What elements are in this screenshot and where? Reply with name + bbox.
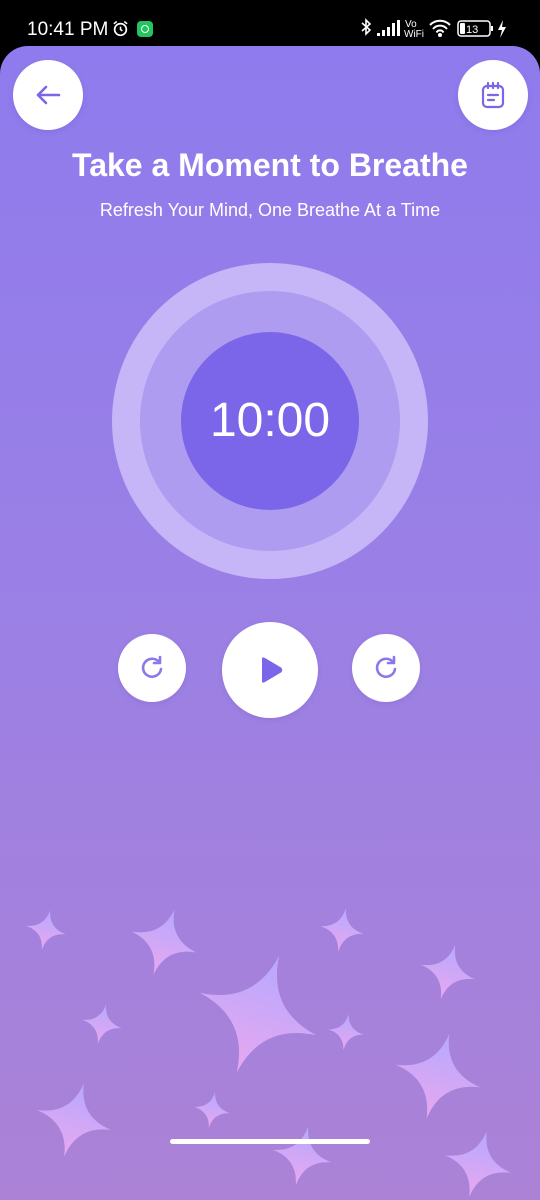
sparkle-icon (22, 906, 70, 954)
bluetooth-icon (361, 18, 372, 36)
back-button[interactable] (13, 60, 83, 130)
restart-icon (375, 655, 397, 679)
sparkle-icon (316, 904, 368, 956)
sparkle-icon (384, 1022, 492, 1130)
notepad-icon (481, 81, 505, 109)
restart-right-button[interactable] (352, 634, 420, 702)
sparkle-icon (121, 899, 207, 985)
sparkle-icon (78, 1000, 126, 1048)
sparkle-icon (436, 1122, 520, 1200)
sparkle-icon (266, 1120, 338, 1192)
status-time: 10:41 PM (27, 19, 109, 40)
sparkle-icon (191, 1089, 233, 1131)
page-subtitle: Refresh Your Mind, One Breathe At a Time (99, 200, 441, 220)
vowifi-icon: Vo WiFi (404, 19, 424, 40)
arrow-left-icon (36, 85, 61, 105)
battery-level: 13 (466, 24, 478, 36)
vowifi-label-bottom: WiFi (404, 29, 424, 40)
sparkle-icon (178, 934, 338, 1094)
restart-left-button[interactable] (118, 634, 186, 702)
status-bar: 10:41 PM Vo WiFi 13 (0, 0, 540, 46)
sparkle-icon (413, 937, 483, 1007)
restart-icon (141, 655, 163, 679)
play-button[interactable] (222, 622, 318, 718)
app-notification-icon (137, 21, 153, 37)
sparkle-icon (325, 1011, 367, 1053)
alarm-icon (113, 20, 128, 37)
notes-button[interactable] (458, 60, 528, 130)
page-title: Take a Moment to Breathe (72, 147, 468, 183)
signal-icon (377, 20, 400, 36)
breathe-screen: Take a Moment to Breathe Refresh Your Mi… (0, 46, 540, 1200)
battery-icon: 13 (457, 20, 493, 37)
status-icons: Vo WiFi 13 (361, 18, 506, 40)
wifi-icon (429, 19, 451, 37)
timer-display: 10:00 (209, 394, 331, 447)
charging-icon (498, 20, 506, 38)
play-icon (262, 657, 283, 683)
home-indicator[interactable] (170, 1139, 370, 1144)
sparkle-icon (27, 1073, 121, 1167)
